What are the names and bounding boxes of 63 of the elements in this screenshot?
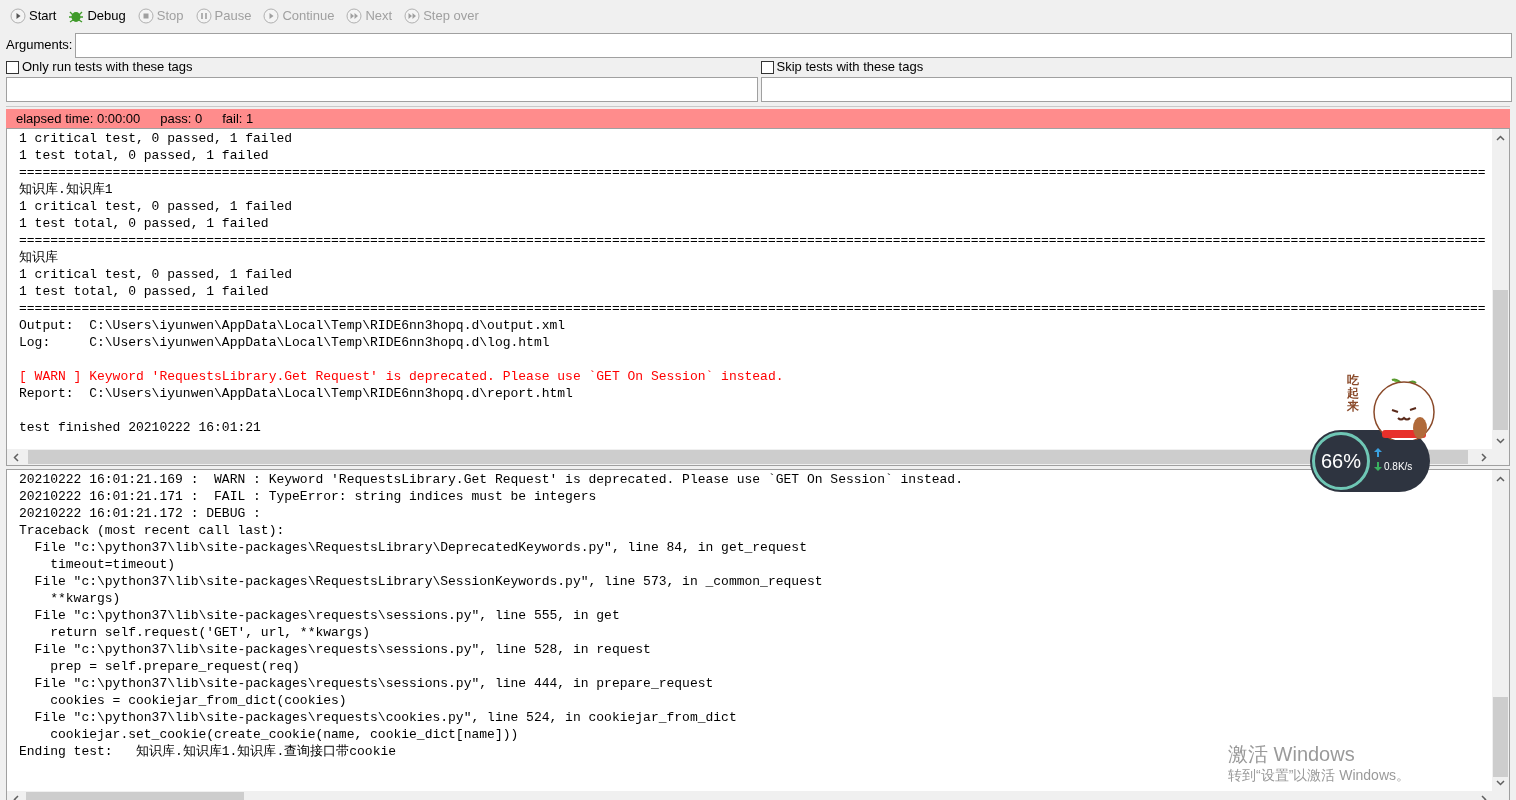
output-line: test finished 20210222 16:01:21 [19, 420, 261, 435]
checkbox[interactable] [760, 60, 774, 74]
output-line: 1 test total, 0 passed, 1 failed [19, 216, 269, 231]
output-line: File "c:\python37\lib\site-packages\RequestsLibrary\SessionKeywords.py", line 573, in _common_request [33, 574, 823, 589]
output-line: 知识库 [19, 250, 58, 265]
output-line: File "c:\python37\lib\site-packages\RequestsLibrary\DeprecatedKeywords.py", line 84, in get_request [33, 540, 807, 555]
upload-arrow-icon [1374, 448, 1382, 457]
pass-count: pass: 0 [160, 109, 203, 128]
sticker-caption: 吃起来 [1347, 374, 1359, 414]
toolbar-button[interactable]: Start [10, 6, 57, 26]
output-line: timeout=timeout) [49, 557, 176, 572]
warning-line: [ WARN ] Keyword 'RequestsLibrary.Get Request' is deprecated. Please use `GET On Session` instead. [19, 369, 784, 384]
elapsed-time: elapsed time: 0:00:00 [16, 109, 141, 128]
speed-reading: 0.8K/s [1384, 460, 1413, 474]
output-line: Ending test: 知识库.知识库1.知识库.查询接口带cookie [19, 744, 397, 759]
output-line: return self.request('GET', url, **kwargs) [49, 625, 371, 640]
output-line: Traceback (most recent call last): [19, 523, 285, 538]
output-line: 1 critical test, 0 passed, 1 failed [19, 199, 293, 214]
fast-forward-icon [404, 8, 421, 24]
output-line: **kwargs) [49, 591, 121, 606]
output-line: 1 critical test, 0 passed, 1 failed [19, 131, 293, 146]
output-line: Report: C:\Users\iyunwen\AppData\Local\Temp\RIDE6nn3hopq.d\report.html [19, 386, 573, 401]
output-line: Output: C:\Users\iyunwen\AppData\Local\Temp\RIDE6nn3hopq.d\output.xml [19, 318, 566, 333]
toolbar-button[interactable]: Debug [68, 6, 126, 26]
checkbox[interactable] [6, 60, 19, 74]
vertical-scrollbar[interactable] [1492, 129, 1509, 449]
output-line: File "c:\python37\lib\site-packages\requests\sessions.py", line 528, in request [33, 642, 651, 657]
checkbox-label: Only run tests with these tags [22, 58, 193, 77]
checkbox-label: Skip tests with these tags [776, 58, 924, 77]
fail-count: fail: 1 [222, 109, 254, 128]
stop-icon [137, 8, 154, 24]
output-line: cookiejar.set_cookie(create_cookie(name, cookie_dict[name])) [49, 727, 519, 742]
output-line: 20210222 16:01:21.172 : DEBUG : [19, 506, 261, 521]
arguments-label: Arguments: [6, 36, 73, 55]
separator-line: ============================================================================================================================================================================================ [19, 165, 1486, 180]
download-arrow-icon [1374, 462, 1382, 471]
percent-reading: 66% [1321, 449, 1361, 474]
separator-line: ============================================================================================================================================================================================ [19, 233, 1486, 248]
fast-forward-icon [346, 8, 363, 24]
output-line: cookies = cookiejar_from_dict(cookies) [49, 693, 347, 708]
play-icon [263, 8, 280, 24]
scrollbar-thumb[interactable] [1493, 290, 1508, 430]
output-line: prep = self.prepare_request(req) [49, 659, 300, 674]
arguments-field[interactable] [75, 32, 1512, 58]
output-line: 1 test total, 0 passed, 1 failed [19, 284, 269, 299]
activation-subtitle: 转到“设置”以激活 Windows。 [1228, 766, 1410, 784]
output-line: 知识库.知识库1 [19, 182, 113, 197]
output-line: 20210222 16:01:21.169 : WARN : Keyword 'RequestsLibrary.Get Request' is deprecated. Please use `GET On Session` instead. [19, 472, 963, 487]
scrollbar-thumb[interactable] [1493, 697, 1508, 777]
output-line: File "c:\python37\lib\site-packages\requests\sessions.py", line 555, in get [33, 608, 620, 623]
output-line: File "c:\python37\lib\site-packages\requests\cookies.py", line 524, in cookiejar_from_dict [33, 710, 737, 725]
output-line: 20210222 16:01:21.171 : FAIL : TypeError: string indices must be integers [19, 489, 597, 504]
tags-field[interactable] [760, 77, 1512, 102]
pause-icon [195, 8, 212, 24]
output-line: 1 test total, 0 passed, 1 failed [19, 148, 269, 163]
output-line: File "c:\python37\lib\site-packages\requests\sessions.py", line 444, in prepare_request [33, 676, 714, 691]
vertical-scrollbar[interactable] [1492, 470, 1509, 791]
play-icon [10, 8, 26, 24]
tags-field[interactable] [6, 77, 758, 102]
activation-title: 激活 Windows [1228, 742, 1356, 766]
output-line: Log: C:\Users\iyunwen\AppData\Local\Temp\RIDE6nn3hopq.d\log.html [19, 335, 550, 350]
output-line: 1 critical test, 0 passed, 1 failed [19, 267, 293, 282]
separator-line: ============================================================================================================================================================================================ [19, 301, 1486, 316]
